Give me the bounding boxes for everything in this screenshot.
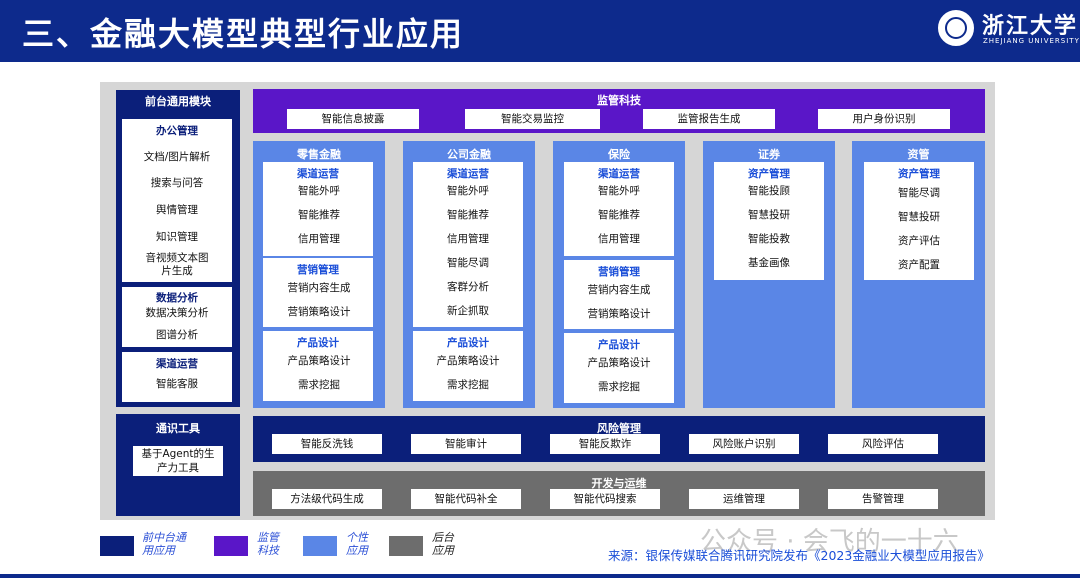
- legend-swatch-backend: [389, 536, 423, 556]
- securities-item: 智慧投研: [726, 205, 812, 225]
- regulatory-tech-title: 监管科技: [597, 94, 641, 107]
- legend-label: 个性应用: [346, 531, 368, 557]
- corporate-item: 产品策略设计: [425, 351, 511, 371]
- regulatory-item: 智能信息披露: [287, 109, 419, 129]
- insurance-item: 需求挖掘: [576, 377, 662, 397]
- asset-mgmt-item: 智能尽调: [876, 183, 962, 203]
- retail-section-title: 营销管理: [297, 264, 339, 276]
- asset-mgmt-item: 资产配置: [876, 255, 962, 275]
- retail-item: 智能外呼: [276, 181, 362, 201]
- office-title: 办公管理: [156, 125, 198, 137]
- risk-item: 风险评估: [828, 434, 938, 454]
- insurance-item: 智能推荐: [576, 205, 662, 225]
- insurance-section-title: 营销管理: [598, 266, 640, 278]
- regulatory-item: 监管报告生成: [643, 109, 775, 129]
- securities-item: 智能投教: [726, 229, 812, 249]
- channel-ops-item: 智能客服: [133, 374, 221, 394]
- legend-swatch-personalized: [303, 536, 337, 556]
- insurance-item: 营销内容生成: [576, 280, 662, 300]
- insurance-item: 信用管理: [576, 229, 662, 249]
- insurance-section-title: 产品设计: [598, 339, 640, 351]
- corporate-section-title: 渠道运营: [447, 168, 489, 180]
- securities-item: 基金画像: [726, 253, 812, 273]
- insurance-item: 产品策略设计: [576, 353, 662, 373]
- retail-item: 信用管理: [276, 229, 362, 249]
- risk-item: 风险账户识别: [689, 434, 799, 454]
- office-item: 文档/图片解析: [133, 147, 221, 167]
- insurance-item: 智能外呼: [576, 181, 662, 201]
- bottom-bar: [0, 574, 1080, 578]
- office-item: 舆情管理: [133, 200, 221, 220]
- retail-section-title: 产品设计: [297, 337, 339, 349]
- corporate-item: 智能外呼: [425, 181, 511, 201]
- insurance-item: 营销策略设计: [576, 304, 662, 324]
- asset-mgmt-title: 资管: [907, 148, 930, 161]
- seal-inner-ring: [945, 17, 967, 39]
- legend-swatch-front-mid: [100, 536, 134, 556]
- retail-item: 需求挖掘: [276, 375, 362, 395]
- office-item: 知识管理: [133, 227, 221, 247]
- retail-section-title: 渠道运营: [297, 168, 339, 180]
- corporate-title: 公司金融: [447, 148, 491, 161]
- securities-title: 证券: [758, 148, 780, 161]
- corporate-item: 信用管理: [425, 229, 511, 249]
- risk-item: 智能反欺诈: [550, 434, 660, 454]
- university-english-name: ZHEJIANG UNIVERSITY: [983, 37, 1080, 45]
- data-analysis-item: 数据决策分析: [133, 304, 221, 322]
- corporate-item: 需求挖掘: [425, 375, 511, 395]
- asset-mgmt-section-title: 资产管理: [898, 168, 940, 180]
- legend-label: 前中台通用应用: [142, 531, 186, 557]
- retail-item: 营销策略设计: [276, 302, 362, 322]
- asset-mgmt-item: 资产评估: [876, 231, 962, 251]
- retail-item: 智能推荐: [276, 205, 362, 225]
- risk-item: 智能审计: [411, 434, 521, 454]
- insurance-section-title: 渠道运营: [598, 168, 640, 180]
- university-seal-icon: [936, 8, 976, 48]
- data-analysis-item: 图谱分析: [133, 326, 221, 344]
- regulatory-item: 智能交易监控: [465, 109, 600, 129]
- legend-label: 后台应用: [432, 531, 454, 557]
- risk-item: 智能反洗钱: [272, 434, 382, 454]
- corporate-item: 新企抓取: [425, 301, 511, 321]
- insurance-title: 保险: [608, 148, 630, 161]
- securities-section-title: 资产管理: [748, 168, 790, 180]
- retail-item: 产品策略设计: [276, 351, 362, 371]
- front-general-title: 前台通用模块: [145, 95, 211, 108]
- general-tools-item: 基于Agent的生产力工具: [133, 446, 223, 476]
- corporate-item: 智能推荐: [425, 205, 511, 225]
- office-item: 音视频文本图片生成: [133, 252, 221, 278]
- general-tools-title: 通识工具: [156, 422, 200, 435]
- devops-item: 告警管理: [828, 489, 938, 509]
- securities-item: 智能投顾: [726, 181, 812, 201]
- corporate-item: 客群分析: [425, 277, 511, 297]
- asset-mgmt-item: 智慧投研: [876, 207, 962, 227]
- devops-item: 智能代码搜索: [550, 489, 660, 509]
- corporate-section-title: 产品设计: [447, 337, 489, 349]
- university-name: 浙江大学: [982, 13, 1079, 39]
- retail-title: 零售金融: [297, 148, 341, 161]
- devops-item: 智能代码补全: [411, 489, 521, 509]
- office-item: 搜索与问答: [133, 173, 221, 193]
- data-analysis-title: 数据分析: [156, 292, 198, 304]
- legend-label: 监管科技: [257, 531, 279, 557]
- channel-ops-title: 渠道运营: [156, 358, 198, 370]
- page-title: 三、金融大模型典型行业应用: [22, 15, 465, 53]
- retail-item: 营销内容生成: [276, 278, 362, 298]
- legend-swatch-regulatory: [214, 536, 248, 556]
- devops-item: 运维管理: [689, 489, 799, 509]
- devops-item: 方法级代码生成: [272, 489, 382, 509]
- regulatory-item: 用户身份识别: [818, 109, 950, 129]
- source-note: 来源：银保传媒联合腾讯研究院发布《2023金融业大模型应用报告》: [608, 548, 990, 563]
- corporate-item: 智能尽调: [425, 253, 511, 273]
